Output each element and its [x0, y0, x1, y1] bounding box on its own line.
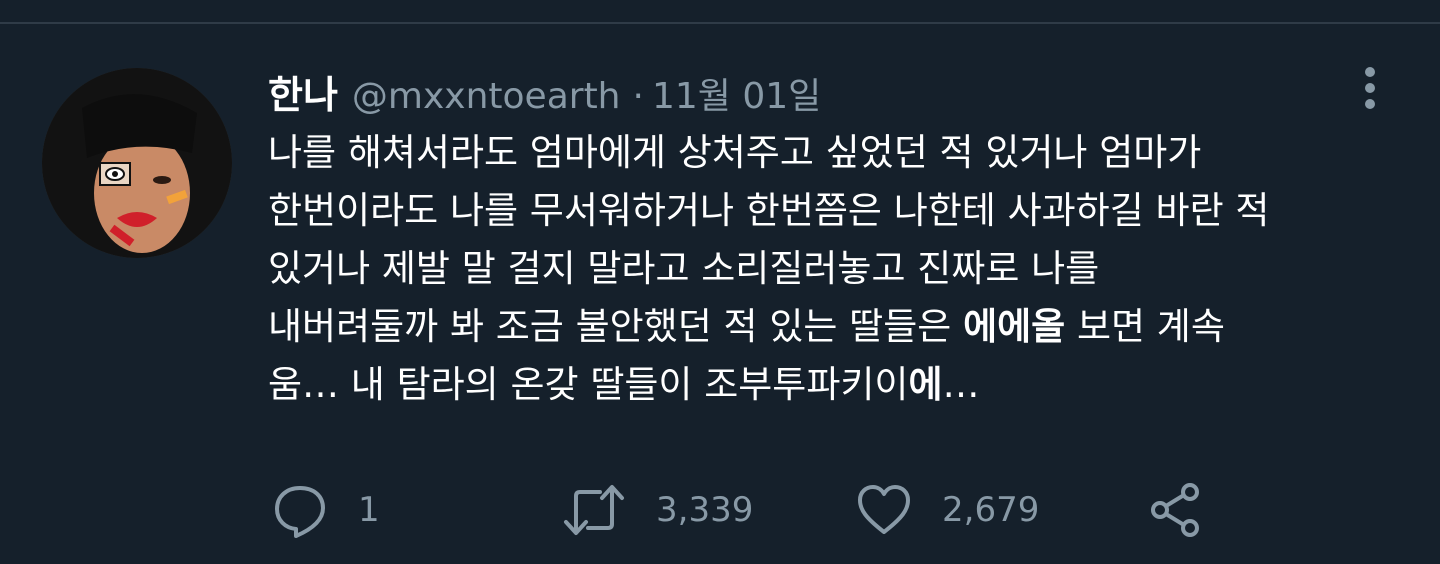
separator: ·	[632, 76, 644, 117]
more-button[interactable]	[1356, 64, 1384, 112]
display-name[interactable]: 한나	[268, 64, 338, 119]
tweet-text-bold: 에	[908, 363, 943, 406]
share-icon	[1151, 483, 1199, 537]
avatar[interactable]	[42, 68, 232, 258]
tweet-date[interactable]: 11월 01일	[652, 67, 821, 119]
tweet-text-bold: 에에올	[963, 305, 1066, 348]
tweet[interactable]: 한나 @mxxntoearth · 11월 01일 나를 해쳐서라도 엄마에게 …	[0, 22, 1440, 564]
tweet-text-segment: 움… 내 탐라의 온갖 딸들이 조부투파키이	[268, 363, 909, 406]
tweet-header: 한나 @mxxntoearth · 11월 01일	[268, 64, 821, 119]
reply-button[interactable]: 1	[272, 480, 380, 540]
tweet-actions: 1 3,339 2,679	[272, 480, 1232, 540]
tweet-text-line: 내버려둘까 봐 조금 불안했던 적 있는 딸들은 에에올 보면 계속	[268, 298, 1408, 356]
reply-icon	[275, 486, 325, 538]
retweet-button[interactable]: 3,339	[562, 480, 753, 540]
avatar-image	[42, 68, 232, 258]
retweet-count: 3,339	[656, 490, 754, 530]
share-button[interactable]	[1148, 480, 1204, 540]
tweet-text-line: 있거나 제발 말 걸지 말라고 소리질러놓고 진짜로 나를	[268, 247, 1100, 290]
like-count: 2,679	[942, 490, 1040, 530]
tweet-text-segment: 내버려둘까 봐 조금 불안했던 적 있는 딸들은	[268, 305, 964, 348]
tweet-text-line: 한번이라도 나를 무서워하거나 한번쯤은 나한테 사과하길 바란 적	[268, 189, 1270, 232]
more-vertical-icon	[1365, 67, 1375, 109]
retweet-icon	[564, 485, 624, 535]
tweet-text-segment: 보면 계속	[1065, 305, 1225, 348]
user-handle[interactable]: @mxxntoearth	[352, 76, 621, 117]
tweet-text-line: 움… 내 탐라의 온갖 딸들이 조부투파키이에…	[268, 356, 1408, 414]
tweet-text-segment: …	[942, 363, 980, 406]
tweet-text-line: 나를 해쳐서라도 엄마에게 상처주고 싶었던 적 있거나 엄마가	[268, 131, 1202, 174]
heart-icon	[858, 485, 910, 534]
reply-count: 1	[358, 490, 380, 530]
tweet-text: 나를 해쳐서라도 엄마에게 상처주고 싶었던 적 있거나 엄마가 한번이라도 나…	[268, 124, 1408, 414]
like-button[interactable]: 2,679	[856, 480, 1039, 540]
